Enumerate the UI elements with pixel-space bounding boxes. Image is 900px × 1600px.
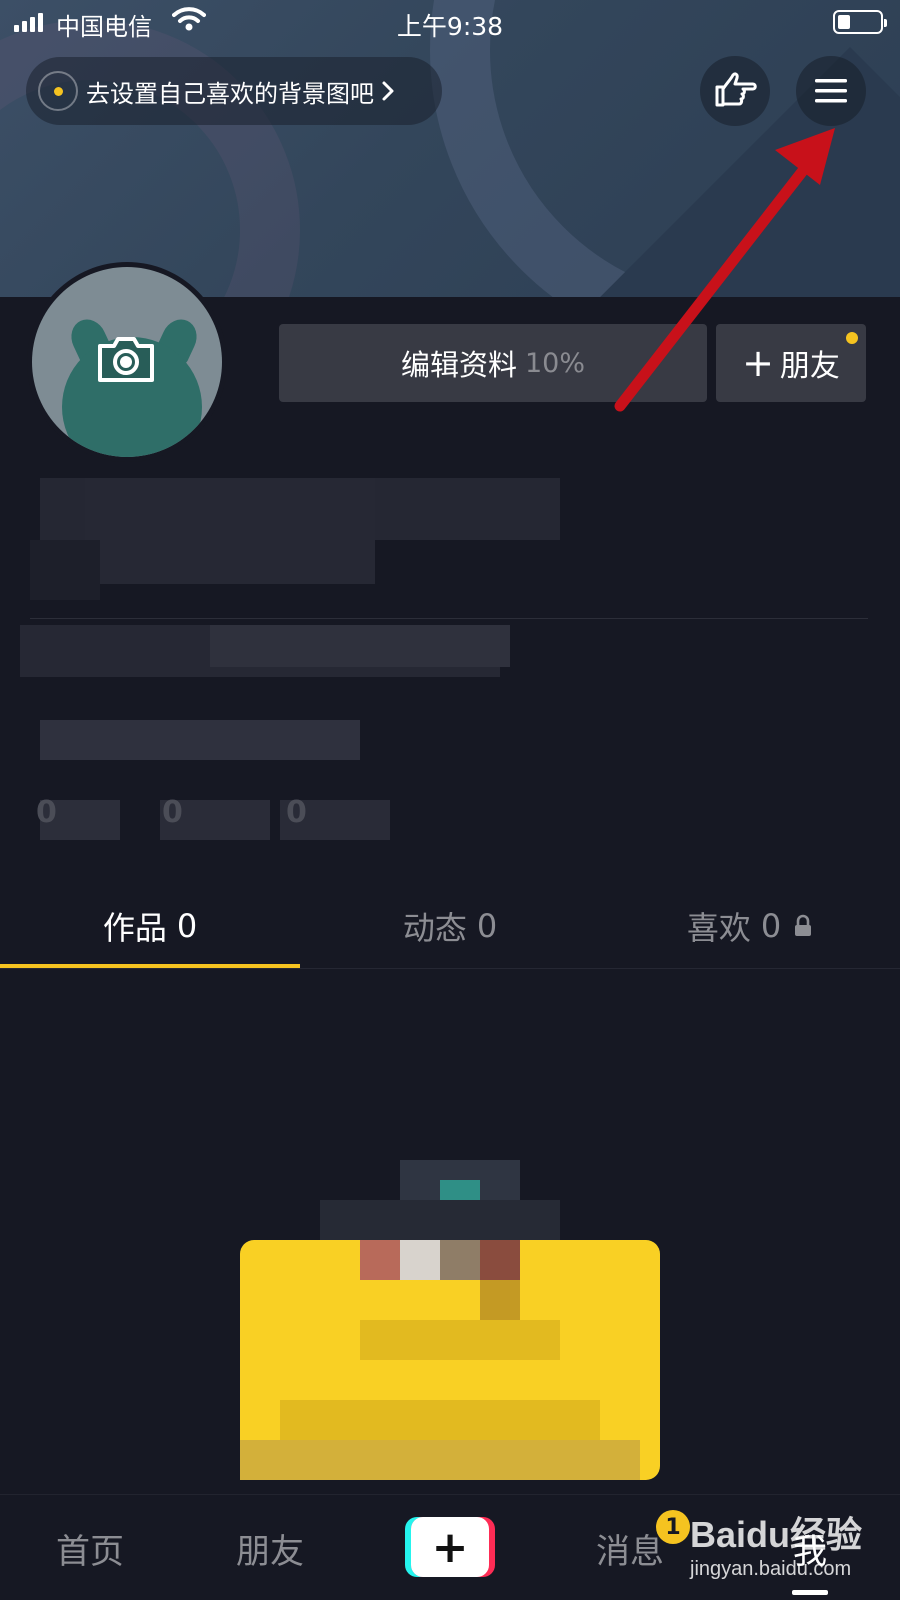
nav-friends[interactable]: 朋友 [200,1495,340,1600]
avatar[interactable] [27,262,227,462]
camera-icon [98,337,154,382]
edit-profile-label: 编辑资料 [400,348,517,382]
tab-count: 0 [760,907,782,945]
tab-count: 0 [476,907,498,945]
user-id-redacted [30,540,100,600]
tab-works[interactable]: 作品 0 [0,884,300,968]
profile-tabs: 作品 0 动态 0 喜欢 0 [0,884,900,968]
add-friend-label: 朋友 [779,349,840,384]
watermark-brand: Baidu经验 [690,1514,863,1555]
messages-badge: 1 [656,1510,690,1544]
info-redacted [40,720,360,760]
likes-count: 0 [36,795,57,830]
profile-completion: 10% [525,347,586,379]
tab-count: 0 [176,907,198,945]
clock: 上午9:38 [396,12,504,41]
set-background-button[interactable]: 去设置自己喜欢的背景图吧 [26,57,442,125]
plus-icon: + [742,341,774,385]
tab-label: 作品 [102,909,167,947]
tab-label: 动态 [402,909,467,947]
divider [0,968,900,969]
notification-dot [846,332,858,344]
divider [30,618,868,619]
nav-home[interactable]: 首页 [20,1495,160,1600]
tab-likes[interactable]: 喜欢 0 [600,884,900,968]
edit-profile-button[interactable]: 编辑资料 10% [279,324,707,402]
pointing-hand-button[interactable] [700,56,770,126]
active-nav-indicator [792,1590,828,1595]
watermark-url: jingyan.baidu.com [690,1558,852,1580]
following-count: 0 [162,795,183,830]
bio-redacted [210,625,510,667]
tab-activity[interactable]: 动态 0 [300,884,600,968]
set-background-label: 去设置自己喜欢的背景图吧 [86,79,374,108]
battery-icon [833,10,887,34]
plus-icon: + [411,1517,489,1577]
username-redacted [85,478,375,584]
status-bar: 中国电信 上午9:38 [0,0,900,44]
hamburger-menu-icon [815,79,847,103]
tab-label: 喜欢 [686,909,751,947]
dot-icon [38,71,78,111]
pointing-hand-icon [715,72,757,107]
menu-button[interactable] [796,56,866,126]
lock-icon [795,914,812,936]
create-video-button[interactable]: + [405,1517,495,1577]
followers-count: 0 [286,795,307,830]
profile-cover[interactable] [0,0,900,297]
add-friend-button[interactable]: + 朋友 [716,324,866,402]
chevron-right-icon [382,81,394,101]
